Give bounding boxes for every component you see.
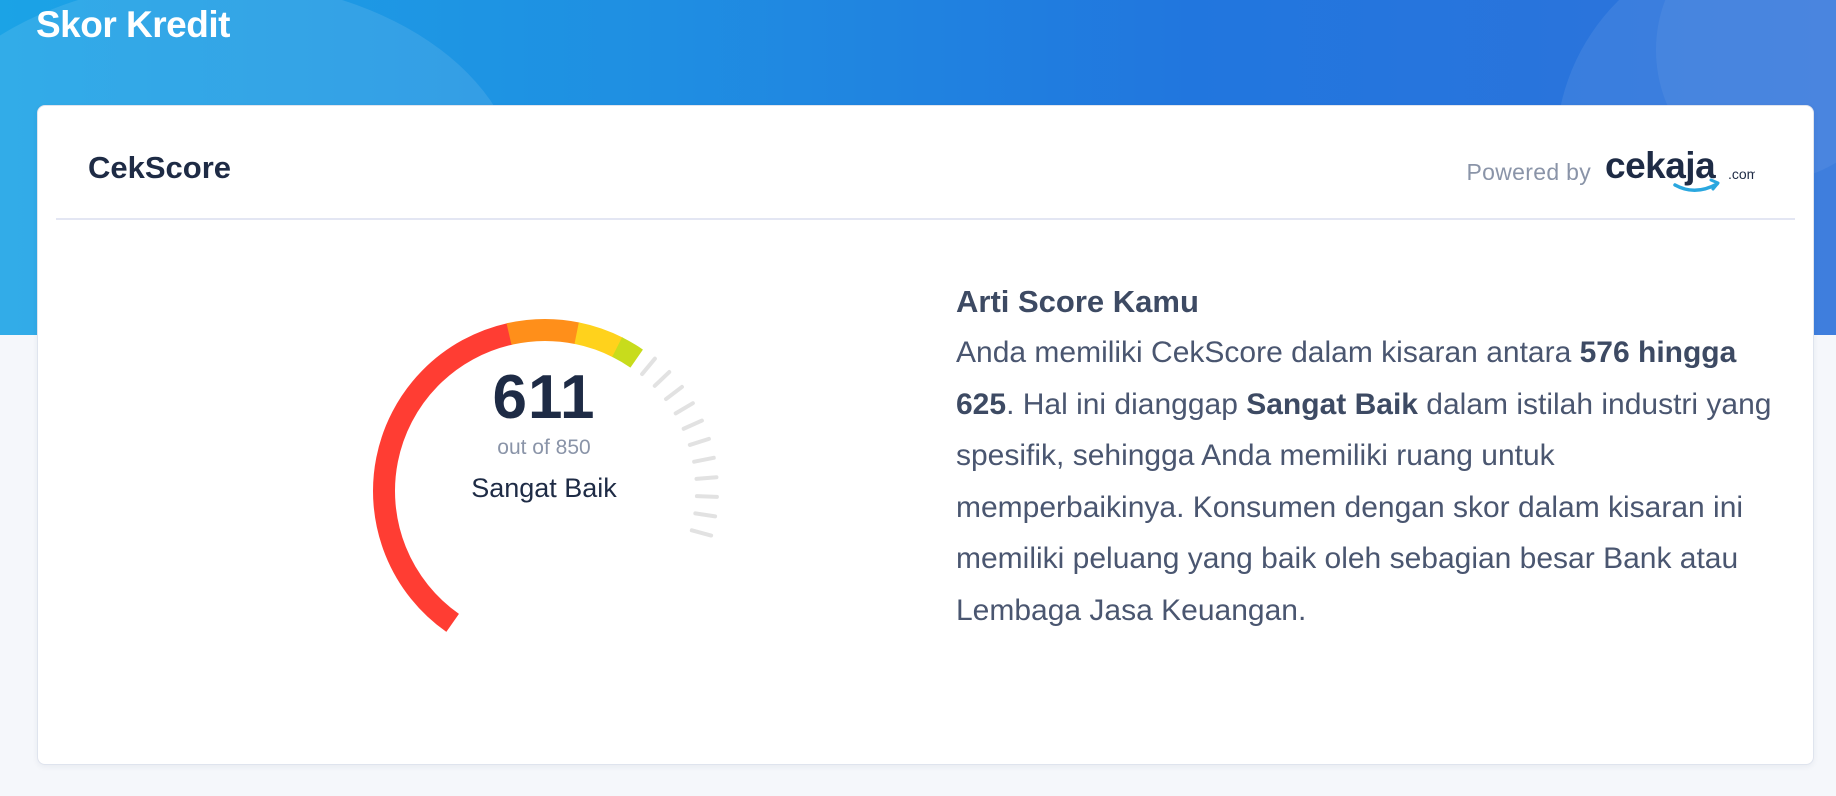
score-rating: Sangat Baik <box>471 473 617 503</box>
gauge-tick <box>689 528 714 538</box>
powered-by: Powered by cekaja .com <box>1467 142 1755 202</box>
score-max: out of 850 <box>497 436 591 459</box>
cekaja-logo[interactable]: cekaja .com <box>1605 142 1755 202</box>
logo-suffix: .com <box>1728 166 1755 182</box>
gauge-tick <box>692 455 716 464</box>
score-gauge <box>373 319 719 632</box>
powered-by-label: Powered by <box>1466 158 1591 185</box>
explanation-rating: Sangat Baik <box>1246 387 1418 421</box>
card-header: CekScore Powered by cekaja .com <box>56 106 1795 220</box>
card-title: CekScore <box>88 150 232 185</box>
credit-score-card: CekScore Powered by cekaja .com 611 out … <box>37 105 1814 765</box>
explanation-title: Arti Score Kamu <box>956 284 1199 319</box>
score-value: 611 <box>492 363 596 432</box>
explanation-part: dalam istilah industri yang spesifik, se… <box>956 387 1772 627</box>
explanation-text: Anda memiliki CekScore dalam kisaran ant… <box>956 327 1776 636</box>
gauge-tick <box>694 494 719 499</box>
explanation-part: Anda memiliki CekScore dalam kisaran ant… <box>956 336 1580 369</box>
page-title: Skor Kredit <box>36 4 230 45</box>
gauge-segment <box>612 337 643 368</box>
explanation-part: . Hal ini dianggap <box>1006 387 1247 421</box>
score-explanation: Arti Score Kamu Anda memiliki CekScore d… <box>956 276 1776 636</box>
cekaja-logo-text: cekaja <box>1605 145 1716 186</box>
gauge-segment <box>574 322 624 358</box>
logo-cek: cekaja <box>1605 145 1716 186</box>
gauge-tick <box>694 475 719 481</box>
gauge-segment <box>506 319 581 345</box>
gauge-tick <box>693 511 718 519</box>
